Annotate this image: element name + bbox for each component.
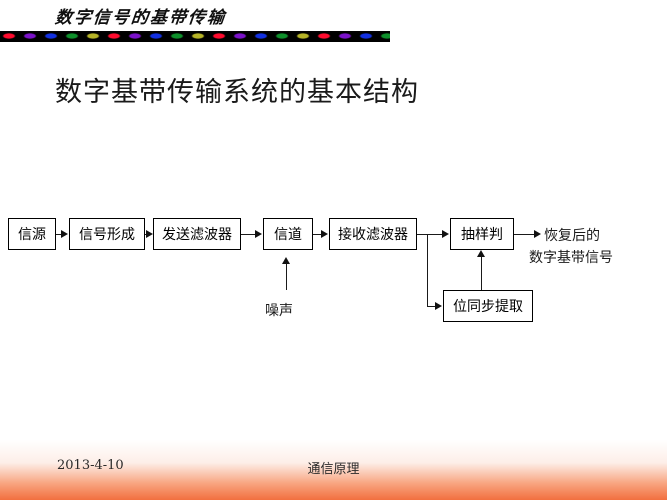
connector-receive-filter-to-sampling-decision [417,234,443,235]
label-noise: 噪声 [265,303,293,319]
banner-title: 数字信号的基带传输 [53,8,228,28]
arrow-right-icon [321,229,328,238]
block-source[interactable]: 信源 [8,218,56,250]
arrow-right-icon [61,229,68,238]
rainbow-divider-bar [0,31,390,42]
arrow-up-icon [476,250,485,257]
connector-branch-to-bit-sync-horizontal [427,306,436,307]
header-banner: 数字信号的基带传输 [0,0,667,48]
block-channel[interactable]: 信道 [263,218,313,250]
arrow-right-icon [534,229,541,238]
block-sampling-decision[interactable]: 抽样判 [450,218,514,250]
label-output-line-2: 数字基带信号 [529,250,613,266]
arrow-right-icon [442,229,449,238]
connector-branch-to-bit-sync-vertical [427,234,428,306]
arrow-right-icon [255,229,262,238]
arrow-right-icon [146,229,153,238]
block-bit-sync-extract[interactable]: 位同步提取 [443,290,533,322]
block-transmit-filter[interactable]: 发送滤波器 [153,218,241,250]
connector-bit-sync-to-sampling-decision [481,257,482,290]
label-output-line-1: 恢复后的 [544,228,600,244]
connector-signal-forming-to-transmit-filter [145,234,148,235]
connector-sampling-decision-to-output [514,234,536,235]
connector-noise-to-channel [286,264,287,290]
page-title: 数字基带传输系统的基本结构 [55,77,419,108]
arrow-right-icon [435,301,442,310]
block-signal-forming[interactable]: 信号形成 [69,218,145,250]
connector-channel-to-receive-filter [313,234,323,235]
footer-center-text: 通信原理 [307,462,360,477]
connector-transmit-filter-to-channel [241,234,256,235]
connector-source-to-signal-forming [56,234,62,235]
block-receive-filter[interactable]: 接收滤波器 [329,218,417,250]
arrow-up-icon [281,257,290,264]
